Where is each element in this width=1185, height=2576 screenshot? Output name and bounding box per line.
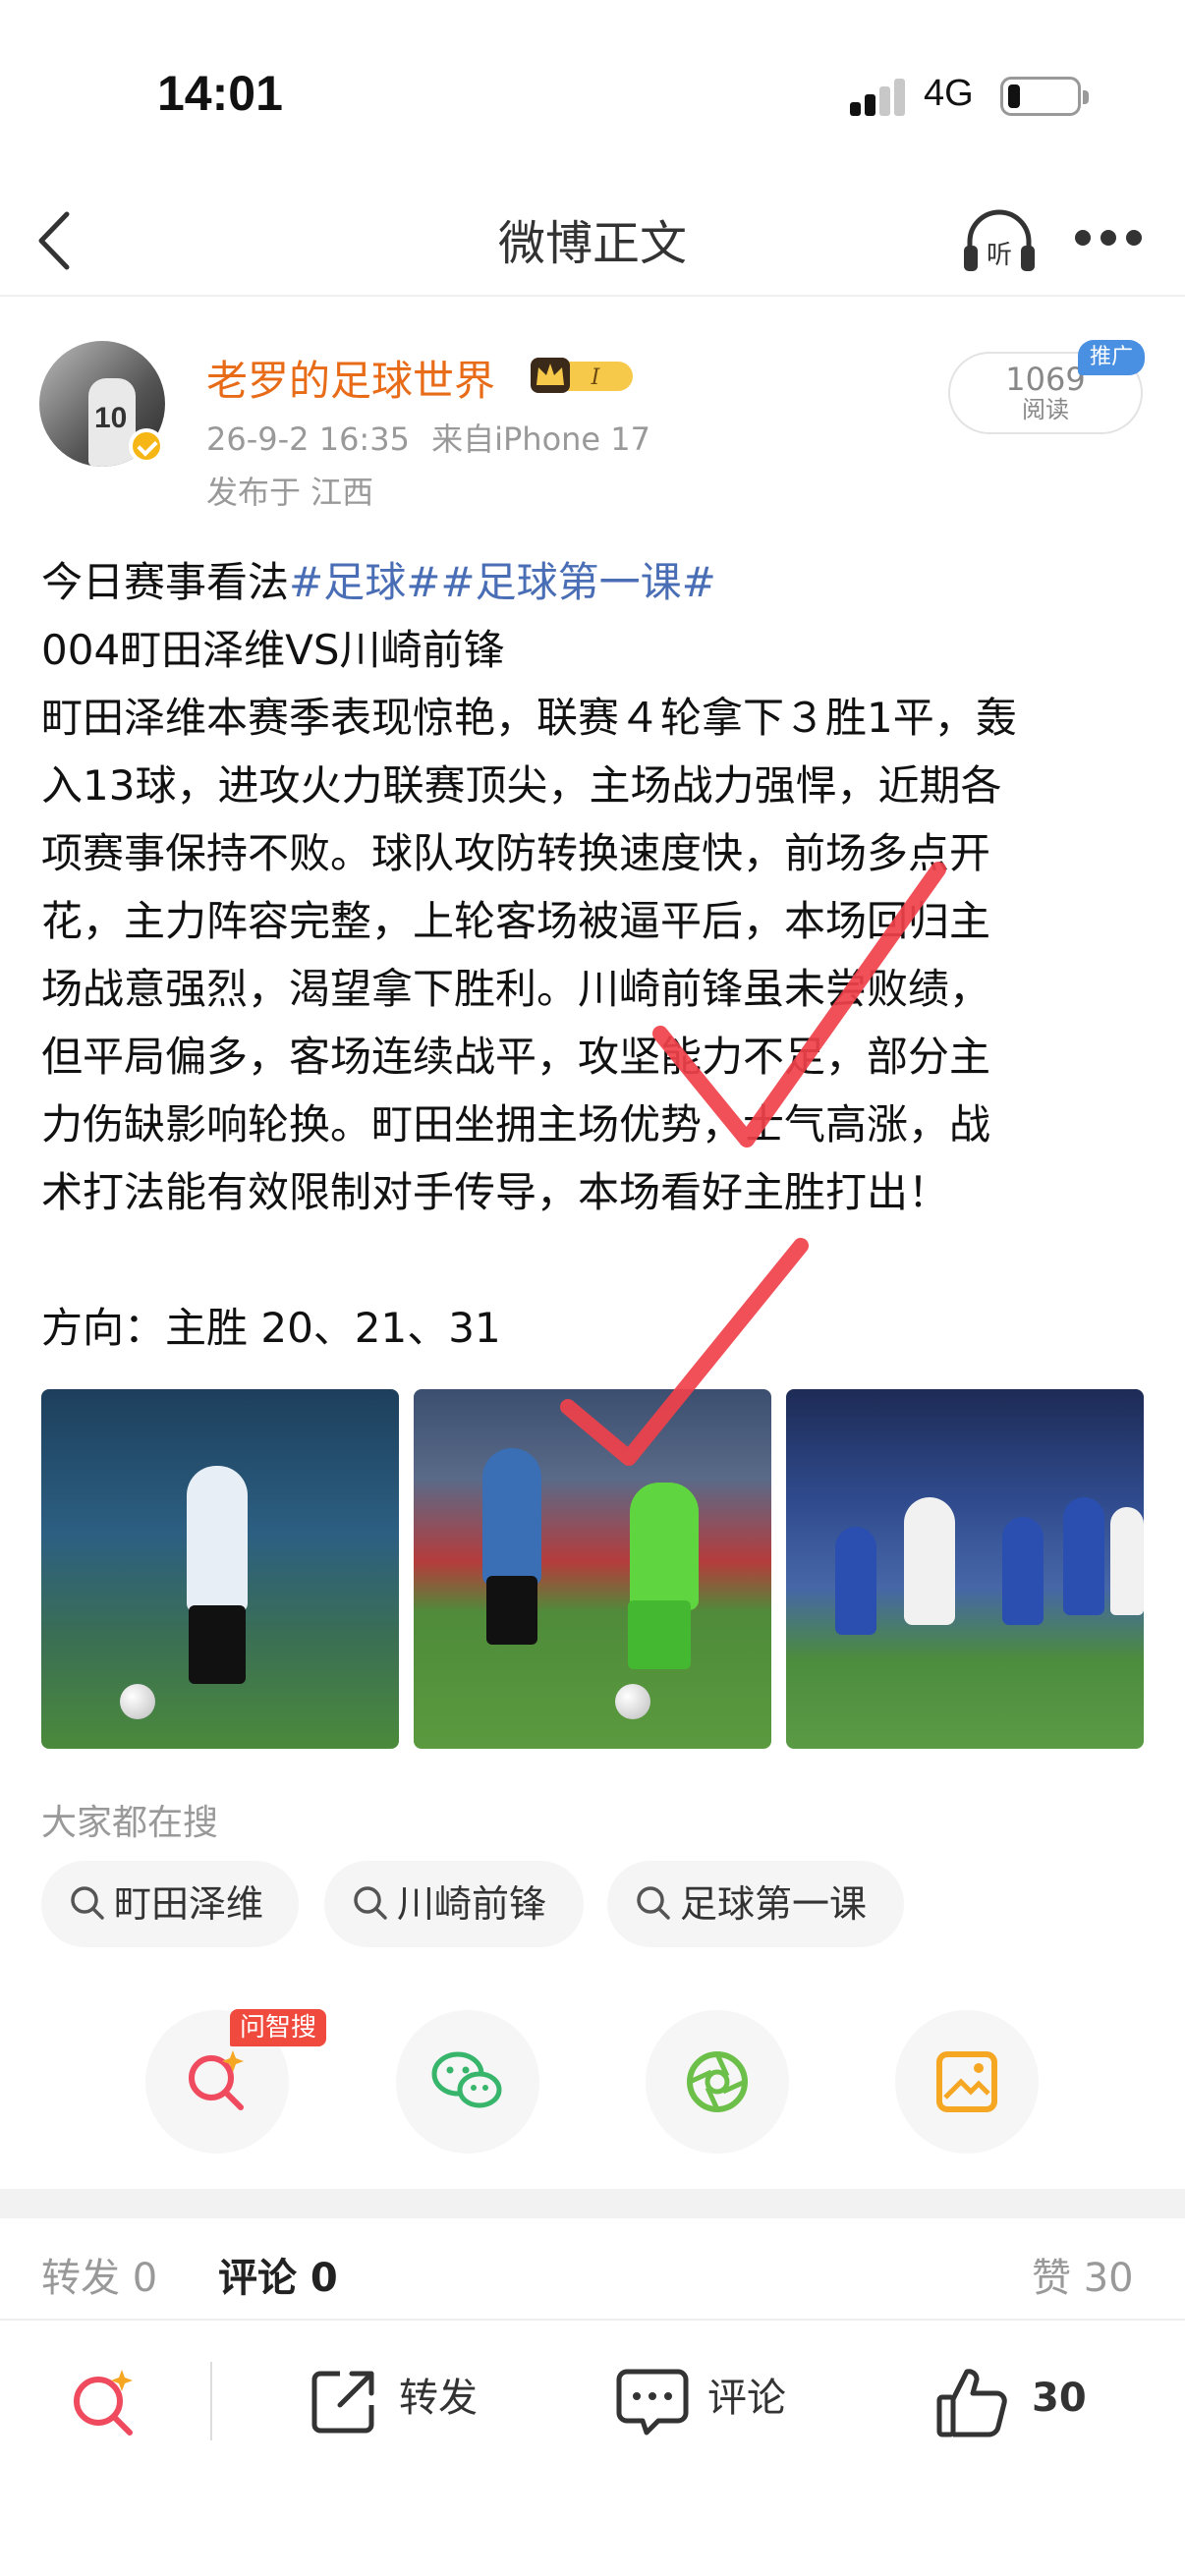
- post-source: 来自iPhone 17: [431, 420, 651, 458]
- body-line: 今日赛事看法#足球##足球第一课#: [41, 548, 1147, 616]
- moments-share-button[interactable]: [646, 2010, 789, 2154]
- hashtag-link[interactable]: #足球#: [289, 558, 440, 606]
- bottom-bar-separator: [210, 2362, 212, 2440]
- badge-level: I: [591, 365, 601, 390]
- search-chip-label: 川崎前锋: [397, 1882, 547, 1926]
- author-name[interactable]: 老罗的足球世界: [206, 348, 495, 408]
- body-line: 场战意强烈，渴望拿下胜利。川崎前锋虽未尝败绩，: [41, 965, 991, 1013]
- read-label: 阅读: [1022, 396, 1069, 423]
- image-download-icon: [936, 2051, 997, 2112]
- post-header: 10 老罗的足球世界 I 26-9-2 16:35 来自iPhone 17 发布…: [0, 297, 1185, 523]
- tab-like[interactable]: 赞 30: [1032, 2246, 1134, 2303]
- ai-search-icon: [189, 2050, 244, 2110]
- listen-button[interactable]: 听: [958, 198, 1041, 281]
- save-image-button[interactable]: [895, 2010, 1039, 2154]
- repost-button[interactable]: 转发: [307, 2354, 493, 2442]
- headphones-icon: 听: [964, 209, 1035, 271]
- post-location: 发布于 江西: [206, 474, 374, 511]
- search-chip[interactable]: 川崎前锋: [324, 1861, 584, 1947]
- search-chip-label: 足球第一课: [680, 1882, 868, 1926]
- body-line: 入13球，进攻火力联赛顶尖，主场战力强悍，近期各: [41, 761, 1002, 810]
- network-label: 4G: [924, 73, 974, 114]
- search-chip[interactable]: 足球第一课: [607, 1861, 904, 1947]
- repost-label: 转发: [399, 2376, 478, 2421]
- image-grid: [41, 1389, 1144, 1749]
- more-button[interactable]: [1075, 230, 1144, 250]
- tab-repost[interactable]: 转发 0: [41, 2246, 157, 2303]
- like-button[interactable]: 30: [933, 2354, 1091, 2442]
- search-chip-label: 町田泽维: [114, 1882, 264, 1926]
- svg-text:听: 听: [987, 241, 1012, 270]
- body-line: 术打法能有效限制对手传导，本场看好主胜打出！: [41, 1168, 950, 1216]
- hashtag-link[interactable]: #足球第一课#: [440, 558, 715, 606]
- post-image-3[interactable]: [786, 1389, 1144, 1749]
- post-image-2[interactable]: [414, 1389, 771, 1749]
- post-meta: 26-9-2 16:35 来自iPhone 17: [206, 415, 650, 460]
- like-count: 30: [1032, 2376, 1087, 2421]
- thumbs-up-icon: [936, 2369, 1007, 2437]
- zhisou-tag: 问智搜: [230, 2009, 327, 2046]
- body-direction: 方向：主胜 20、21、31: [41, 1304, 501, 1352]
- post-image-1[interactable]: [41, 1389, 399, 1749]
- post-body: 今日赛事看法#足球##足球第一课# 004町田泽维VS川崎前锋 町田泽维本赛季表…: [41, 548, 1147, 1362]
- battery-icon: [1000, 77, 1089, 116]
- share-arrow-icon: [311, 2371, 374, 2434]
- nav-bar: 微博正文 听: [0, 187, 1185, 297]
- section-divider: [0, 2189, 1185, 2218]
- comment-bubble-icon: [616, 2369, 689, 2436]
- crown-badge-icon: I: [531, 358, 633, 393]
- comment-button[interactable]: 评论: [613, 2354, 800, 2442]
- tab-comment[interactable]: 评论 0: [218, 2246, 338, 2303]
- search-icon: [354, 1886, 387, 1920]
- trending-label: 大家都在搜: [41, 1803, 219, 1843]
- body-intro: 今日赛事看法: [41, 558, 290, 606]
- status-bar: 14:01 4G: [0, 0, 1185, 187]
- body-line: 花，主力阵容完整，上轮客场被逼平后，本场回归主: [41, 897, 991, 945]
- share-row: [0, 2010, 1185, 2157]
- promo-tag: 推广: [1078, 340, 1145, 375]
- search-icon: [71, 1886, 104, 1920]
- wechat-share-button[interactable]: [396, 2010, 539, 2154]
- body-blank-line: [41, 1226, 1147, 1294]
- body-line: 但平局偏多，客场连续战平，攻坚能力不足，部分主: [41, 1033, 991, 1081]
- interaction-tabs: 转发 0 评论 0 赞 30: [0, 2218, 1185, 2321]
- wechat-icon: [431, 2051, 502, 2108]
- ai-search-button[interactable]: [65, 2354, 153, 2442]
- search-icon: [637, 1886, 670, 1920]
- body-line: 004町田泽维VS川崎前锋: [41, 626, 505, 674]
- body-line: 力伤缺影响轮换。町田坐拥主场优势，士气高涨，战: [41, 1100, 991, 1148]
- body-line: 项赛事保持不败。球队攻防转换速度快，前场多点开: [41, 829, 991, 877]
- ai-search-icon: [74, 2370, 133, 2436]
- search-chip[interactable]: 町田泽维: [41, 1861, 299, 1947]
- comment-label: 评论: [707, 2376, 786, 2421]
- signal-icon: [850, 77, 905, 116]
- status-time: 14:01: [157, 66, 283, 121]
- aperture-icon: [687, 2051, 748, 2112]
- post-timestamp: 26-9-2 16:35: [206, 420, 410, 458]
- body-line: 町田泽维本赛季表现惊艳，联赛４轮拿下３胜1平，轰: [41, 694, 1017, 742]
- bottom-action-bar: 转发 评论 30: [0, 2324, 1185, 2472]
- verified-badge-icon: [129, 428, 164, 464]
